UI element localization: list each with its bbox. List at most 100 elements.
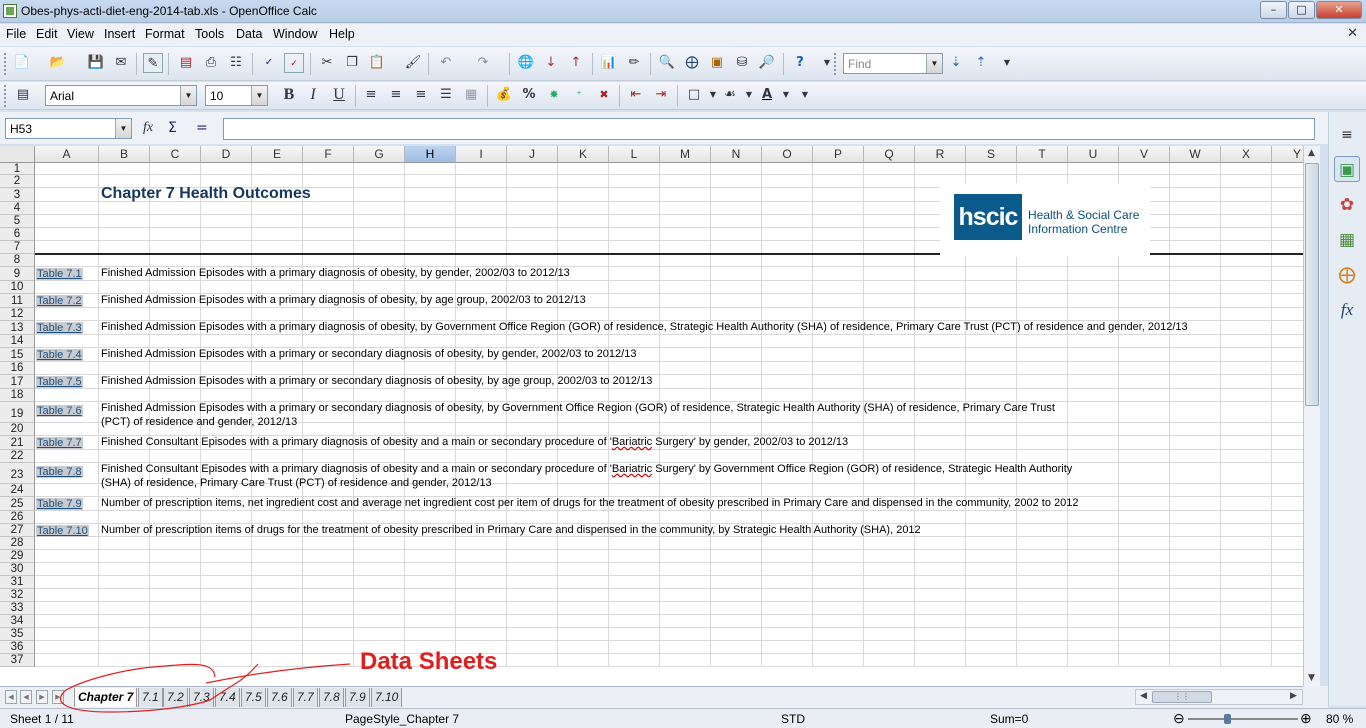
sheet-tab-7-10[interactable]: 7.10 bbox=[371, 688, 403, 707]
menu-view[interactable]: View bbox=[67, 27, 94, 41]
row-header-30[interactable]: 30 bbox=[0, 563, 35, 576]
row-header-26[interactable]: 26 bbox=[0, 511, 35, 524]
background-chevron-icon[interactable]: ▼ bbox=[739, 85, 759, 105]
row-header-36[interactable]: 36 bbox=[0, 641, 35, 654]
table-link[interactable]: Table 7.7 bbox=[36, 437, 83, 449]
delete-decimal-icon[interactable]: ✖ bbox=[594, 85, 614, 105]
column-header-p[interactable]: P bbox=[813, 146, 864, 163]
row-header-12[interactable]: 12 bbox=[0, 308, 35, 321]
table-link[interactable]: Table 7.2 bbox=[36, 295, 83, 307]
sheet-tab-7-2[interactable]: 7.2 bbox=[163, 688, 188, 707]
column-header-e[interactable]: E bbox=[252, 146, 303, 163]
autospellcheck-icon[interactable]: ✓ bbox=[284, 53, 304, 73]
new-document-icon[interactable]: 📄 bbox=[12, 53, 32, 73]
help-icon[interactable]: ? bbox=[790, 53, 810, 73]
column-header-f[interactable]: F bbox=[303, 146, 354, 163]
number-format-standard-icon[interactable]: ✸ bbox=[544, 85, 564, 105]
column-header-u[interactable]: U bbox=[1068, 146, 1119, 163]
row-header-2[interactable]: 2 bbox=[0, 175, 35, 188]
decrease-indent-icon[interactable]: ⇤ bbox=[626, 85, 646, 105]
print-preview-icon[interactable]: ☷ bbox=[226, 53, 246, 73]
table-link[interactable]: Table 7.6 bbox=[36, 405, 83, 417]
table-link[interactable]: Table 7.8 bbox=[36, 466, 83, 478]
save-icon[interactable]: 💾 bbox=[86, 53, 106, 73]
sheet-tab-7-5[interactable]: 7.5 bbox=[241, 688, 266, 707]
sort-descending-icon[interactable]: ↑ bbox=[566, 53, 586, 73]
row-header-13[interactable]: 13 bbox=[0, 321, 35, 335]
row-header-20[interactable]: 20 bbox=[0, 423, 35, 436]
row-header-3[interactable]: 3 bbox=[0, 188, 35, 202]
row-header-27[interactable]: 27 bbox=[0, 524, 35, 537]
column-header-i[interactable]: I bbox=[456, 146, 507, 163]
column-header-t[interactable]: T bbox=[1017, 146, 1068, 163]
navigator-sidebar-icon[interactable]: ⨁ bbox=[1334, 262, 1360, 288]
column-header-a[interactable]: A bbox=[35, 146, 99, 163]
find-previous-icon[interactable]: ⇡ bbox=[971, 53, 991, 73]
merge-cells-icon[interactable]: ▦ bbox=[461, 85, 481, 105]
number-format-currency-icon[interactable]: 💰 bbox=[494, 85, 514, 105]
sort-ascending-icon[interactable]: ↓ bbox=[541, 53, 561, 73]
zoom-in-icon[interactable]: ⊕ bbox=[1300, 710, 1312, 727]
row-header-32[interactable]: 32 bbox=[0, 589, 35, 602]
status-selection-mode[interactable]: STD bbox=[781, 712, 805, 726]
formula-input[interactable] bbox=[223, 118, 1315, 140]
row-header-7[interactable]: 7 bbox=[0, 241, 35, 254]
zoom-slider[interactable] bbox=[1188, 718, 1298, 720]
export-pdf-icon[interactable]: ▤ bbox=[176, 53, 196, 73]
paste-icon[interactable]: 📋 bbox=[367, 53, 387, 73]
row-header-14[interactable]: 14 bbox=[0, 335, 35, 348]
maximize-button[interactable]: □ bbox=[1288, 1, 1315, 19]
sheet-tab-7-9[interactable]: 7.9 bbox=[345, 688, 370, 707]
align-center-icon[interactable]: ≡ bbox=[386, 85, 406, 105]
justify-icon[interactable]: ☰ bbox=[436, 85, 456, 105]
column-header-o[interactable]: O bbox=[762, 146, 813, 163]
sheet-tab-7-4[interactable]: 7.4 bbox=[215, 688, 240, 707]
clone-formatting-icon[interactable]: 🖌 bbox=[403, 53, 423, 73]
borders-icon[interactable]: □ bbox=[684, 85, 704, 105]
horizontal-scrollbar[interactable]: ◀ ⋮⋮ ▶ bbox=[1135, 689, 1303, 705]
zoom-icon[interactable]: 🔎 bbox=[757, 53, 777, 73]
row-header-5[interactable]: 5 bbox=[0, 215, 35, 228]
sheet-tab-7-3[interactable]: 7.3 bbox=[189, 688, 214, 707]
find-options-chevron-icon[interactable]: ▼ bbox=[997, 53, 1017, 73]
function-wizard-icon[interactable]: fx bbox=[143, 120, 153, 136]
row-header-24[interactable]: 24 bbox=[0, 484, 35, 497]
column-header-b[interactable]: B bbox=[99, 146, 150, 163]
edit-file-icon[interactable]: ✎ bbox=[143, 53, 163, 73]
column-header-c[interactable]: C bbox=[150, 146, 201, 163]
row-header-35[interactable]: 35 bbox=[0, 628, 35, 641]
row-header-19[interactable]: 19 bbox=[0, 402, 35, 423]
table-link[interactable]: Table 7.9 bbox=[36, 498, 83, 510]
menu-edit[interactable]: Edit bbox=[36, 27, 58, 41]
copy-icon[interactable]: ❐ bbox=[342, 53, 362, 73]
sheet-tab-7-1[interactable]: 7.1 bbox=[138, 688, 163, 707]
sum-icon[interactable]: Σ bbox=[168, 120, 177, 136]
align-right-icon[interactable]: ≡ bbox=[411, 85, 431, 105]
row-header-23[interactable]: 23 bbox=[0, 463, 35, 484]
close-button[interactable]: ✕ bbox=[1316, 1, 1362, 19]
bold-button[interactable]: B bbox=[279, 85, 299, 105]
sheet-tab-7-7[interactable]: 7.7 bbox=[293, 688, 318, 707]
data-sources-icon[interactable]: ⛁ bbox=[732, 53, 752, 73]
column-header-s[interactable]: S bbox=[966, 146, 1017, 163]
zoom-out-icon[interactable]: ⊖ bbox=[1173, 710, 1185, 727]
font-name-select[interactable]: Arial ▼ bbox=[45, 85, 197, 106]
column-header-d[interactable]: D bbox=[201, 146, 252, 163]
column-header-j[interactable]: J bbox=[507, 146, 558, 163]
row-header-31[interactable]: 31 bbox=[0, 576, 35, 589]
row-header-22[interactable]: 22 bbox=[0, 450, 35, 463]
horizontal-scroll-thumb[interactable]: ⋮⋮ bbox=[1152, 691, 1212, 703]
chevron-down-icon[interactable]: ▼ bbox=[180, 86, 196, 105]
increase-indent-icon[interactable]: ⇥ bbox=[651, 85, 671, 105]
minimize-button[interactable]: – bbox=[1260, 1, 1287, 19]
sidebar-menu-icon[interactable]: ≡ bbox=[1334, 122, 1360, 148]
column-header-w[interactable]: W bbox=[1170, 146, 1221, 163]
column-header-v[interactable]: V bbox=[1119, 146, 1170, 163]
column-header-q[interactable]: Q bbox=[864, 146, 915, 163]
chevron-down-icon[interactable]: ▼ bbox=[115, 119, 131, 138]
chevron-down-icon[interactable]: ▼ bbox=[926, 54, 942, 73]
row-header-9[interactable]: 9 bbox=[0, 267, 35, 281]
print-icon[interactable]: ⎙ bbox=[201, 53, 221, 73]
styles-formatting-icon[interactable]: ▤ bbox=[13, 85, 33, 105]
select-all-corner[interactable] bbox=[0, 146, 35, 163]
